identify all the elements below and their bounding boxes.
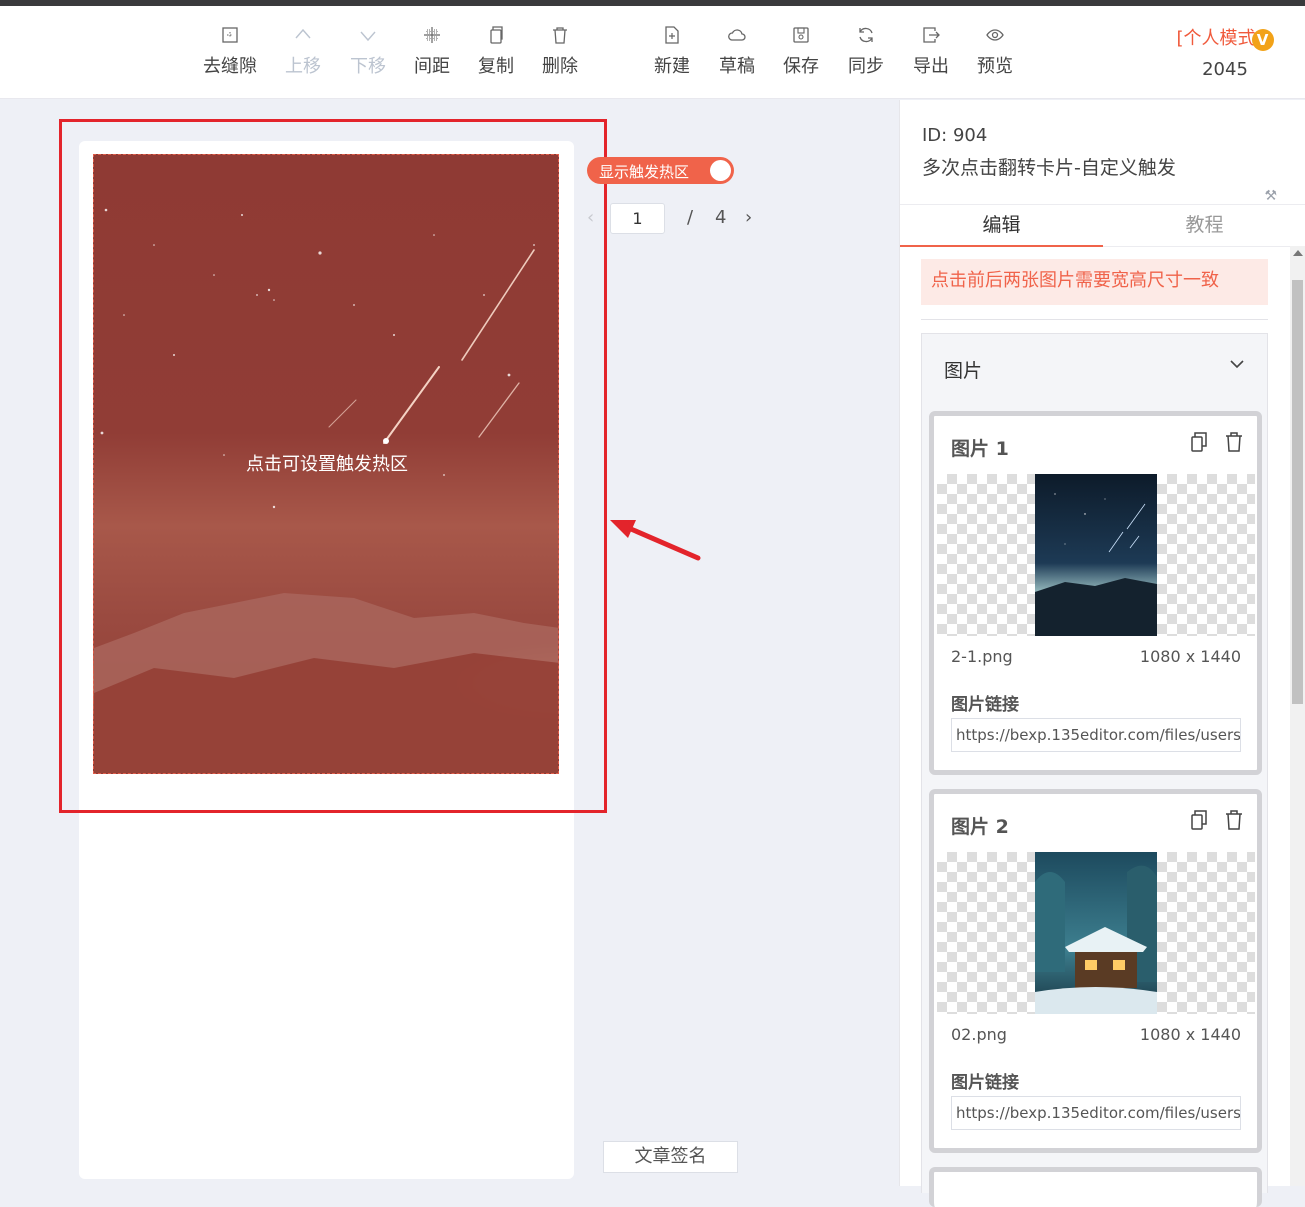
next-page-icon[interactable]: ›: [745, 207, 752, 228]
article-signature-button[interactable]: 文章签名: [603, 1141, 738, 1173]
image-filename: 02.png: [951, 1025, 1007, 1044]
preview-button[interactable]: 预览: [963, 26, 1027, 78]
tools-icon[interactable]: ⚒: [1264, 188, 1277, 204]
image-dimensions: 1080 x 1440: [1139, 1025, 1241, 1044]
image-group-title: 图片: [944, 360, 983, 382]
personal-mode-label: [个人模式: [1176, 28, 1256, 49]
night-sky-thumbnail: [1035, 474, 1157, 636]
spacing-button[interactable]: 间距: [400, 26, 464, 78]
copy-icon[interactable]: [1190, 432, 1208, 452]
collapse-chevron-icon[interactable]: [1229, 356, 1245, 372]
delete-label: 删除: [542, 56, 578, 77]
page-number-input[interactable]: 1: [610, 203, 665, 234]
panel-scrollbar[interactable]: [1290, 246, 1305, 1186]
copy-icon[interactable]: [1190, 810, 1208, 830]
export-icon: [923, 27, 940, 43]
image-card-2: 图片 2 02.png 1080 x 1440 图片链接 https://bex…: [929, 789, 1262, 1153]
eye-icon: [986, 29, 1004, 41]
move-down-button[interactable]: 下移: [336, 26, 400, 78]
spacing-label: 间距: [414, 56, 450, 77]
move-up-label: 上移: [285, 56, 321, 77]
copy-icon: [490, 26, 503, 44]
trash-icon[interactable]: [1225, 432, 1243, 452]
export-label: 导出: [913, 56, 949, 77]
new-button[interactable]: 新建: [640, 26, 704, 78]
delete-button[interactable]: 删除: [528, 26, 592, 78]
sync-icon: [859, 27, 873, 43]
hotspot-hint-text: 点击可设置触发热区: [246, 454, 408, 475]
image-card-3-partial: [929, 1167, 1262, 1207]
image-link-label: 图片链接: [951, 1073, 1019, 1093]
spacing-icon: [424, 27, 440, 43]
draft-button[interactable]: 草稿: [705, 26, 769, 78]
tab-edit[interactable]: 编辑: [900, 205, 1103, 247]
page-total: 4: [715, 207, 727, 228]
image-card-title: 图片 1: [951, 438, 1009, 460]
copy-button[interactable]: 复制: [464, 26, 528, 78]
draft-label: 草稿: [719, 56, 755, 77]
snow-cabin-thumbnail: [1035, 852, 1157, 1014]
flip-card-image[interactable]: 点击可设置触发热区: [93, 154, 559, 774]
chevron-up-icon: [295, 28, 311, 39]
trash-icon[interactable]: [1225, 810, 1243, 830]
image-card-title: 图片 2: [951, 816, 1009, 838]
copy-label: 复制: [478, 56, 514, 77]
toolbar: 去缝隙 上移 下移 间距 复制 删除 新建 草稿 保存 同步 导出 预览 [个人…: [0, 6, 1305, 99]
template-name: 多次点击翻转卡片-自定义触发: [922, 157, 1176, 179]
template-id: ID: 904: [922, 125, 988, 146]
scrollbar-thumb[interactable]: [1292, 280, 1303, 704]
mode-indicator[interactable]: [个人模式V 2045: [1165, 24, 1285, 80]
vip-badge-icon: V: [1251, 28, 1274, 51]
show-hotspot-label: 显示触发热区: [599, 163, 690, 181]
image-link-label: 图片链接: [951, 695, 1019, 715]
image-card-1: 图片 1 2-1.png 1080 x 1440 图片链接 https://be…: [929, 411, 1262, 775]
panel-tabs: 编辑 教程: [900, 204, 1305, 247]
image-preview[interactable]: [937, 474, 1255, 636]
move-down-label: 下移: [350, 56, 386, 77]
divider: [921, 319, 1268, 320]
export-button[interactable]: 导出: [899, 26, 963, 78]
image-preview[interactable]: [937, 852, 1255, 1014]
mode-number: 2045: [1202, 58, 1248, 80]
prev-page-icon[interactable]: ‹: [587, 207, 594, 228]
trash-icon: [553, 27, 567, 44]
sync-label: 同步: [848, 56, 884, 77]
show-hotspot-toggle[interactable]: 显示触发热区: [587, 157, 734, 184]
mountain-silhouette: [94, 593, 558, 773]
preview-label: 预览: [977, 56, 1013, 77]
remove-gap-button[interactable]: 去缝隙: [198, 26, 262, 78]
sync-button[interactable]: 同步: [834, 26, 898, 78]
size-notice: 点击前后两张图片需要宽高尺寸一致: [921, 259, 1268, 305]
new-label: 新建: [654, 56, 690, 77]
property-panel: ID: 904 多次点击翻转卡片-自定义触发 ⚒ 编辑 教程 点击前后两张图片需…: [899, 100, 1305, 1207]
chevron-down-icon: [360, 31, 376, 42]
annotation-arrow-icon: [610, 520, 701, 561]
save-label: 保存: [783, 56, 819, 77]
toggle-knob: [710, 160, 731, 181]
image-link-input[interactable]: https://bexp.135editor.com/files/users/0…: [951, 718, 1241, 752]
page-separator: /: [687, 207, 694, 228]
image-link-input[interactable]: https://bexp.135editor.com/files/users/0…: [951, 1096, 1241, 1130]
scroll-up-icon[interactable]: [1293, 250, 1303, 256]
move-up-button[interactable]: 上移: [271, 26, 335, 78]
image-dimensions: 1080 x 1440: [1139, 647, 1241, 666]
new-file-icon: [665, 26, 679, 44]
cloud-icon: [728, 29, 746, 41]
image-filename: 2-1.png: [951, 647, 1013, 666]
image-group: 图片 图片 1 2-1.png 1080 x 1440 图片链接 https:/: [921, 333, 1268, 1207]
no-gap-icon: [222, 27, 238, 43]
save-button[interactable]: 保存: [769, 26, 833, 78]
remove-gap-label: 去缝隙: [203, 56, 257, 77]
tab-tutorial[interactable]: 教程: [1103, 205, 1305, 247]
save-icon: [793, 27, 809, 43]
